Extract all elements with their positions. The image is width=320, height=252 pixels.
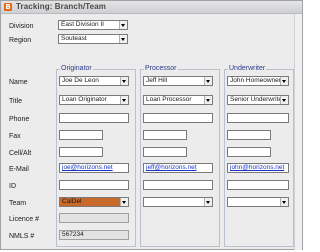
- originator-name-value: Joe De Leon: [62, 77, 99, 84]
- chevron-down-icon[interactable]: [204, 198, 212, 206]
- chevron-down-icon[interactable]: [119, 21, 127, 29]
- tracking-window: B Tracking: Branch/Team Division East Di…: [0, 0, 303, 250]
- originator-email-input[interactable]: joe@horizons.net: [59, 163, 129, 173]
- underwriter-name-value: John Homeowner: [230, 77, 281, 84]
- processor-title-select[interactable]: Loan Processor: [143, 95, 213, 105]
- underwriter-cell-input[interactable]: [227, 147, 271, 157]
- division-select[interactable]: East Division II: [58, 20, 128, 30]
- processor-title-value: Loan Processor: [146, 96, 192, 103]
- chevron-down-icon[interactable]: [120, 96, 128, 104]
- underwriter-heading: Underwriter: [228, 65, 267, 73]
- processor-cell-input[interactable]: [143, 147, 187, 157]
- originator-title-value: Loan Originator: [62, 96, 107, 103]
- chevron-down-icon[interactable]: [120, 198, 128, 206]
- underwriter-team-select[interactable]: [227, 197, 289, 207]
- processor-name-value: Jeff Hill: [146, 77, 168, 84]
- originator-title-select[interactable]: Loan Originator: [59, 95, 129, 105]
- region-select[interactable]: Souteast: [58, 34, 128, 44]
- nmls-label: NMLS #: [9, 233, 35, 240]
- processor-email-input[interactable]: jeff@horizons.net: [143, 163, 213, 173]
- originator-license-input: [59, 213, 129, 223]
- app-icon: B: [4, 3, 12, 11]
- title-label: Title: [9, 98, 22, 105]
- title-bar: B Tracking: Branch/Team: [1, 1, 302, 14]
- team-label: Team: [9, 200, 27, 207]
- chevron-down-icon[interactable]: [280, 77, 288, 85]
- underwriter-phone-input[interactable]: [227, 113, 289, 123]
- email-label: E-Mail: [9, 166, 29, 173]
- originator-fax-input[interactable]: [59, 130, 103, 140]
- originator-team-value: CalDel: [62, 198, 82, 205]
- underwriter-fax-input[interactable]: [227, 130, 271, 140]
- phone-label: Phone: [9, 116, 30, 123]
- division-label: Division: [9, 23, 34, 30]
- underwriter-id-input[interactable]: [227, 180, 289, 190]
- processor-heading: Processor: [144, 65, 178, 73]
- license-label: Licence #: [9, 216, 39, 223]
- originator-cell-input[interactable]: [59, 147, 103, 157]
- chevron-down-icon[interactable]: [204, 77, 212, 85]
- chevron-down-icon[interactable]: [120, 77, 128, 85]
- id-label: ID: [9, 183, 16, 190]
- processor-fax-input[interactable]: [143, 130, 187, 140]
- window-title: Tracking: Branch/Team: [16, 2, 106, 11]
- region-value: Souteast: [61, 35, 87, 42]
- region-label: Region: [9, 37, 32, 44]
- chevron-down-icon[interactable]: [280, 198, 288, 206]
- underwriter-email-input[interactable]: john@horizons.net: [227, 163, 289, 173]
- originator-name-select[interactable]: Joe De Leon: [59, 76, 129, 86]
- originator-team-select[interactable]: CalDel: [59, 197, 129, 207]
- chevron-down-icon[interactable]: [119, 35, 127, 43]
- underwriter-title-value: Senior Underwriter: [230, 96, 285, 103]
- underwriter-name-select[interactable]: John Homeowner: [227, 76, 289, 86]
- cell-label: Cell/Alt: [9, 150, 32, 157]
- processor-team-select[interactable]: [143, 197, 213, 207]
- originator-id-input[interactable]: [59, 180, 129, 190]
- chevron-down-icon[interactable]: [280, 96, 288, 104]
- processor-id-input[interactable]: [143, 180, 213, 190]
- name-label: Name: [9, 79, 28, 86]
- division-value: East Division II: [61, 21, 104, 28]
- originator-heading: Originator: [60, 65, 93, 73]
- originator-nmls-input: 567234: [59, 230, 129, 240]
- vertical-scrollbar[interactable]: [294, 14, 302, 250]
- processor-name-select[interactable]: Jeff Hill: [143, 76, 213, 86]
- chevron-down-icon[interactable]: [204, 96, 212, 104]
- processor-phone-input[interactable]: [143, 113, 213, 123]
- fax-label: Fax: [9, 133, 21, 140]
- underwriter-title-select[interactable]: Senior Underwriter: [227, 95, 289, 105]
- originator-phone-input[interactable]: [59, 113, 129, 123]
